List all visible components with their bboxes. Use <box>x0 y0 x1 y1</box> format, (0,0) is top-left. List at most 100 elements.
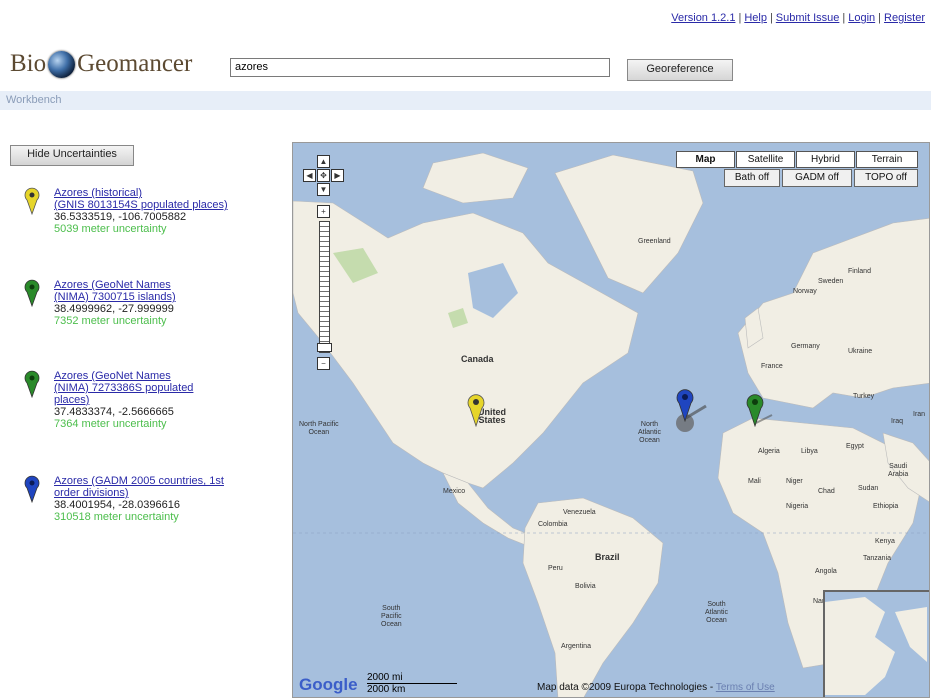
map-label-norway: Norway <box>793 288 817 295</box>
result-item: Azores (GeoNet Names (NIMA) 7273386S pop… <box>24 370 284 430</box>
map-label-tanzania: Tanzania <box>863 555 892 562</box>
result-title-2[interactable]: (NIMA) 7300715 islands) <box>54 291 176 303</box>
result-coords: 36.5333519, -106.7005882 <box>54 211 187 223</box>
map-label-sudan: Sudan <box>858 485 879 492</box>
yellow-map-marker-icon[interactable] <box>467 393 485 427</box>
green-marker-icon[interactable] <box>24 279 40 307</box>
register-link[interactable]: Register <box>884 12 925 24</box>
result-title-2[interactable]: order divisions) <box>54 487 129 499</box>
map-type-hybrid-button[interactable]: Hybrid <box>796 151 855 168</box>
terms-of-use-link[interactable]: Terms of Use <box>716 682 775 693</box>
map-label-north-pacific: North Pacific Ocean <box>299 421 339 436</box>
pan-up-icon[interactable]: ▲ <box>317 155 330 168</box>
result-coords: 37.4833374, -2.5666665 <box>54 406 174 418</box>
scale-mi: 2000 mi <box>367 672 457 684</box>
map-label-ukraine: Ukraine <box>848 348 873 355</box>
map-label-greenland: Greenland <box>638 238 671 245</box>
result-coords: 38.4999962, -27.999999 <box>54 303 174 315</box>
version-link[interactable]: Version 1.2.1 <box>671 12 735 24</box>
map-label-libya: Libya <box>801 448 818 455</box>
workbench-breadcrumb[interactable]: Workbench <box>0 91 931 110</box>
map-label-south-atlantic: South Atlantic Ocean <box>705 601 728 624</box>
pan-center-icon[interactable]: ✥ <box>317 169 330 182</box>
scale-bar: 2000 mi 2000 km <box>367 672 457 695</box>
overview-map-graphic <box>825 597 927 695</box>
map-label-nigeria: Nigeria <box>786 503 809 510</box>
map-label-kenya: Kenya <box>875 538 895 545</box>
result-title[interactable]: Azores (GeoNet Names <box>54 279 171 291</box>
map-label-iran: Iran <box>913 411 926 418</box>
result-title[interactable]: Azores (GeoNet Names <box>54 370 171 382</box>
pan-left-icon[interactable]: ◀ <box>303 169 316 182</box>
bath-toggle-button[interactable]: Bath off <box>724 169 780 187</box>
submit-issue-link[interactable]: Submit Issue <box>776 12 840 24</box>
result-item: Azores (GADM 2005 countries, 1st order d… <box>24 475 284 523</box>
map-label-sweden: Sweden <box>818 278 844 285</box>
map-label-turkey: Turkey <box>853 393 875 400</box>
map-label-chad: Chad <box>818 488 835 495</box>
biogeomancer-logo: Bio Geomancer <box>10 46 192 82</box>
top-links: Version 1.2.1 | Help | Submit Issue | Login | Re… <box>671 12 925 24</box>
blue-map-marker-icon[interactable] <box>676 388 710 422</box>
map-label-colombia: Colombia <box>538 521 568 528</box>
map-label-france: France <box>761 363 783 370</box>
green-marker-icon[interactable] <box>24 370 40 398</box>
zoom-slider[interactable] <box>319 221 330 353</box>
map-label-north-atlantic: North Atlantic Ocean <box>638 421 661 444</box>
georeference-button[interactable]: Georeference <box>627 59 733 81</box>
map-label-germany: Germany <box>791 343 820 350</box>
map-label-ethiopia: Ethiopia <box>873 503 899 510</box>
map-type-satellite-button[interactable]: Satellite <box>736 151 795 168</box>
zoom-out-icon[interactable]: − <box>317 357 330 370</box>
result-item: Azores (historical) (GNIS 8013154S popul… <box>24 187 284 235</box>
result-item: Azores (GeoNet Names (NIMA) 7300715 isla… <box>24 279 284 327</box>
blue-marker-icon[interactable] <box>24 475 40 503</box>
map-label-saudi-arabia: Saudi Arabia <box>888 463 909 478</box>
result-title-3[interactable]: places) <box>54 394 89 406</box>
zoom-slider-thumb[interactable] <box>317 343 332 352</box>
hide-uncertainties-button[interactable]: Hide Uncertainties <box>10 145 134 166</box>
search-input[interactable]: azores <box>230 58 610 77</box>
overview-map[interactable] <box>823 590 929 697</box>
map-label-niger: Niger <box>786 478 803 485</box>
result-title[interactable]: Azores (GADM 2005 countries, 1st <box>54 475 224 487</box>
result-title-2[interactable]: (NIMA) 7273386S populated <box>54 382 193 394</box>
map-canvas[interactable]: Greenland Canada United States North Pac… <box>292 142 930 698</box>
map-label-finland: Finland <box>848 268 871 275</box>
map-attribution: Map data ©2009 Europa Technologies - Ter… <box>537 682 775 693</box>
map-label-canada: Canada <box>461 354 494 364</box>
result-title[interactable]: Azores (historical) <box>54 187 142 199</box>
map-label-argentina: Argentina <box>561 643 591 650</box>
map-label-peru: Peru <box>548 565 563 572</box>
result-uncertainty: 310518 meter uncertainty <box>54 511 179 523</box>
map-type-terrain-button[interactable]: Terrain <box>856 151 918 168</box>
globe-icon <box>48 50 76 78</box>
map-label-algeria: Algeria <box>758 448 780 455</box>
map-label-mali: Mali <box>748 478 761 485</box>
logo-text-geomancer: Geomancer <box>77 50 193 77</box>
login-link[interactable]: Login <box>848 12 875 24</box>
map-label-iraq: Iraq <box>891 418 904 425</box>
green-map-marker-icon[interactable] <box>746 393 780 427</box>
topo-toggle-button[interactable]: TOPO off <box>854 169 918 187</box>
logo-text-bio: Bio <box>10 50 47 77</box>
pan-right-icon[interactable]: ▶ <box>331 169 344 182</box>
google-logo[interactable]: Google <box>299 675 358 695</box>
result-uncertainty: 7364 meter uncertainty <box>54 418 167 430</box>
yellow-marker-icon[interactable] <box>24 187 40 215</box>
map-label-venezuela: Venezuela <box>563 509 596 516</box>
scale-km: 2000 km <box>367 684 406 695</box>
gadm-toggle-button[interactable]: GADM off <box>782 169 852 187</box>
map-label-brazil: Brazil <box>595 552 620 562</box>
pan-down-icon[interactable]: ▼ <box>317 183 330 196</box>
map-type-map-button[interactable]: Map <box>676 151 735 168</box>
result-title-2[interactable]: (GNIS 8013154S populated places) <box>54 199 228 211</box>
map-label-bolivia: Bolivia <box>575 583 596 590</box>
map-label-south-pacific: South Pacific Ocean <box>381 605 402 628</box>
help-link[interactable]: Help <box>744 12 767 24</box>
result-uncertainty: 5039 meter uncertainty <box>54 223 167 235</box>
map-label-angola: Angola <box>815 568 837 575</box>
zoom-in-icon[interactable]: + <box>317 205 330 218</box>
result-coords: 38.4001954, -28.0396616 <box>54 499 181 511</box>
map-label-egypt: Egypt <box>846 443 864 450</box>
